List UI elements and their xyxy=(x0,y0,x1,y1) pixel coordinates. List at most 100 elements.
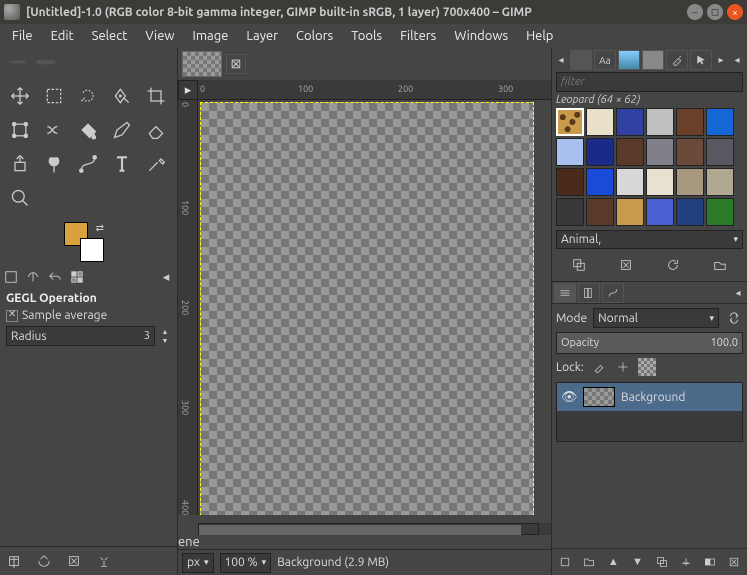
pattern-swatch[interactable] xyxy=(646,198,674,226)
tabs-menu-button[interactable]: ◂ xyxy=(730,50,744,70)
pattern-swatch[interactable] xyxy=(676,108,704,136)
pattern-swatch[interactable] xyxy=(616,168,644,196)
pattern-swatch[interactable] xyxy=(646,138,674,166)
warp-tool[interactable] xyxy=(38,114,70,146)
pattern-refresh-button[interactable] xyxy=(663,255,683,275)
pattern-swatch[interactable] xyxy=(556,108,584,136)
background-color[interactable] xyxy=(80,238,104,262)
menu-colors[interactable]: Colors xyxy=(288,27,341,45)
tab-brush-icon[interactable] xyxy=(666,50,688,70)
opacity-slider[interactable]: Opacity 100.0 xyxy=(556,332,743,354)
tab-document-icon[interactable] xyxy=(642,50,664,70)
pattern-swatch[interactable] xyxy=(706,138,734,166)
tab-channels-icon[interactable] xyxy=(578,283,600,303)
delete-preset-button[interactable] xyxy=(64,551,84,571)
smudge-tool[interactable] xyxy=(38,148,70,180)
clone-tool[interactable] xyxy=(4,148,36,180)
tab-undo-icon[interactable] xyxy=(46,268,64,286)
mode-switch-button[interactable] xyxy=(725,309,743,327)
pattern-swatch[interactable] xyxy=(556,168,584,196)
pattern-swatch[interactable] xyxy=(646,168,674,196)
color-picker-tool[interactable] xyxy=(140,148,172,180)
reset-preset-button[interactable] xyxy=(94,551,114,571)
ruler-vertical[interactable]: 0 100 200 300 400 xyxy=(178,100,198,515)
radius-up-button[interactable]: ▲ xyxy=(159,327,171,336)
save-preset-button[interactable] xyxy=(4,551,24,571)
mask-layer-button[interactable] xyxy=(701,553,719,571)
tab-images-icon[interactable] xyxy=(68,268,86,286)
pattern-swatch[interactable] xyxy=(556,138,584,166)
lock-alpha-button[interactable] xyxy=(638,358,656,376)
pattern-swatch[interactable] xyxy=(706,168,734,196)
tab-paths-icon[interactable] xyxy=(602,283,624,303)
pattern-swatch[interactable] xyxy=(586,198,614,226)
pattern-tag-input[interactable]: Animal, ▾ xyxy=(556,230,743,249)
close-tab-button[interactable]: ⊠ xyxy=(226,54,246,74)
menu-filters[interactable]: Filters xyxy=(392,27,444,45)
tab-history-icon[interactable] xyxy=(618,50,640,70)
tabs-menu-lower-button[interactable]: ◂ xyxy=(731,283,745,303)
tabs-scroll-right[interactable]: ▸ xyxy=(714,50,728,70)
pattern-swatch[interactable] xyxy=(646,108,674,136)
pattern-filter-input[interactable] xyxy=(556,72,743,92)
new-group-button[interactable] xyxy=(580,553,598,571)
tab-patterns-icon[interactable] xyxy=(570,50,592,70)
unit-selector[interactable]: px▾ xyxy=(182,553,214,573)
menu-tools[interactable]: Tools xyxy=(343,27,390,45)
ruler-horizontal[interactable]: 0 100 200 300 xyxy=(198,80,551,100)
raise-layer-button[interactable]: ▲ xyxy=(604,553,622,571)
canvas[interactable] xyxy=(200,102,534,515)
canvas-viewport[interactable] xyxy=(198,100,551,515)
restore-preset-button[interactable] xyxy=(34,551,54,571)
pattern-open-button[interactable] xyxy=(710,255,730,275)
minimize-button[interactable]: – xyxy=(687,4,703,20)
pattern-swatch[interactable] xyxy=(586,168,614,196)
paths-tool[interactable] xyxy=(72,148,104,180)
unified-transform-tool[interactable] xyxy=(4,114,36,146)
sample-average-checkbox[interactable]: ✕ xyxy=(6,310,18,322)
new-layer-button[interactable] xyxy=(556,553,574,571)
pattern-swatch[interactable] xyxy=(676,168,704,196)
close-button[interactable]: × xyxy=(727,4,743,20)
menu-help[interactable]: Help xyxy=(518,27,561,45)
pattern-swatch[interactable] xyxy=(586,108,614,136)
menu-select[interactable]: Select xyxy=(84,27,136,45)
lock-position-button[interactable] xyxy=(614,358,632,376)
eraser-tool[interactable] xyxy=(140,114,172,146)
delete-layer-button[interactable] xyxy=(725,553,743,571)
tab-devices-icon[interactable] xyxy=(24,268,42,286)
tab-fonts-icon[interactable]: Aa xyxy=(594,50,616,70)
radius-down-button[interactable]: ▼ xyxy=(159,336,171,345)
crop-tool[interactable] xyxy=(140,80,172,112)
lock-pixels-button[interactable] xyxy=(590,358,608,376)
zoom-selector[interactable]: 100 %▾ xyxy=(220,553,272,573)
navigation-button[interactable] xyxy=(539,523,551,535)
tab-tool-options-icon[interactable] xyxy=(2,268,20,286)
menu-layer[interactable]: Layer xyxy=(238,27,286,45)
menu-view[interactable]: View xyxy=(137,27,182,45)
menu-image[interactable]: Image xyxy=(185,27,237,45)
bucket-fill-tool[interactable] xyxy=(72,114,104,146)
pattern-swatch[interactable] xyxy=(706,198,734,226)
fuzzy-select-tool[interactable] xyxy=(106,80,138,112)
pattern-swatch[interactable] xyxy=(676,198,704,226)
move-tool[interactable] xyxy=(4,80,36,112)
pattern-swatch[interactable] xyxy=(616,198,644,226)
duplicate-layer-button[interactable] xyxy=(653,553,671,571)
pattern-swatch[interactable] xyxy=(616,108,644,136)
free-select-tool[interactable] xyxy=(72,80,104,112)
swap-colors-icon[interactable]: ⇄ xyxy=(96,222,104,234)
layer-name[interactable]: Background xyxy=(621,391,685,404)
menu-windows[interactable]: Windows xyxy=(446,27,516,45)
rect-select-tool[interactable] xyxy=(38,80,70,112)
menu-file[interactable]: File xyxy=(4,27,41,45)
lower-layer-button[interactable]: ▼ xyxy=(628,553,646,571)
pattern-duplicate-button[interactable] xyxy=(569,255,589,275)
menu-edit[interactable]: Edit xyxy=(43,27,82,45)
zoom-tool[interactable] xyxy=(4,182,36,214)
maximize-button[interactable]: ◻ xyxy=(707,4,723,20)
pattern-swatch[interactable] xyxy=(676,138,704,166)
tab-layers-icon[interactable] xyxy=(554,283,576,303)
pattern-delete-button[interactable] xyxy=(616,255,636,275)
merge-down-button[interactable] xyxy=(677,553,695,571)
